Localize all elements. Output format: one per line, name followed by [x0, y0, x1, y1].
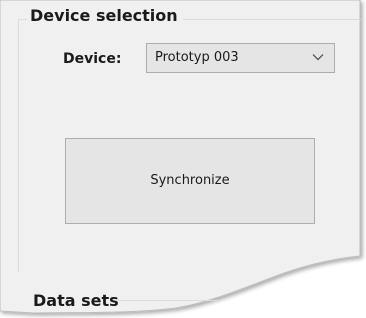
window-content: Device selection Device: Prototyp 003 Sy… [0, 0, 366, 318]
chevron-down-icon [312, 54, 324, 61]
device-label: Device: [63, 51, 122, 67]
device-dropdown[interactable]: Prototyp 003 [146, 43, 335, 73]
device-dropdown-value: Prototyp 003 [155, 50, 239, 65]
data-sets-title: Data sets [33, 291, 119, 310]
synchronize-button[interactable]: Synchronize [65, 138, 315, 224]
synchronize-button-label: Synchronize [150, 173, 230, 188]
device-selection-title: Device selection [27, 4, 183, 28]
data-sets-groupbox-border [118, 300, 218, 301]
screenshot-stage: Device selection Device: Prototyp 003 Sy… [0, 0, 366, 318]
